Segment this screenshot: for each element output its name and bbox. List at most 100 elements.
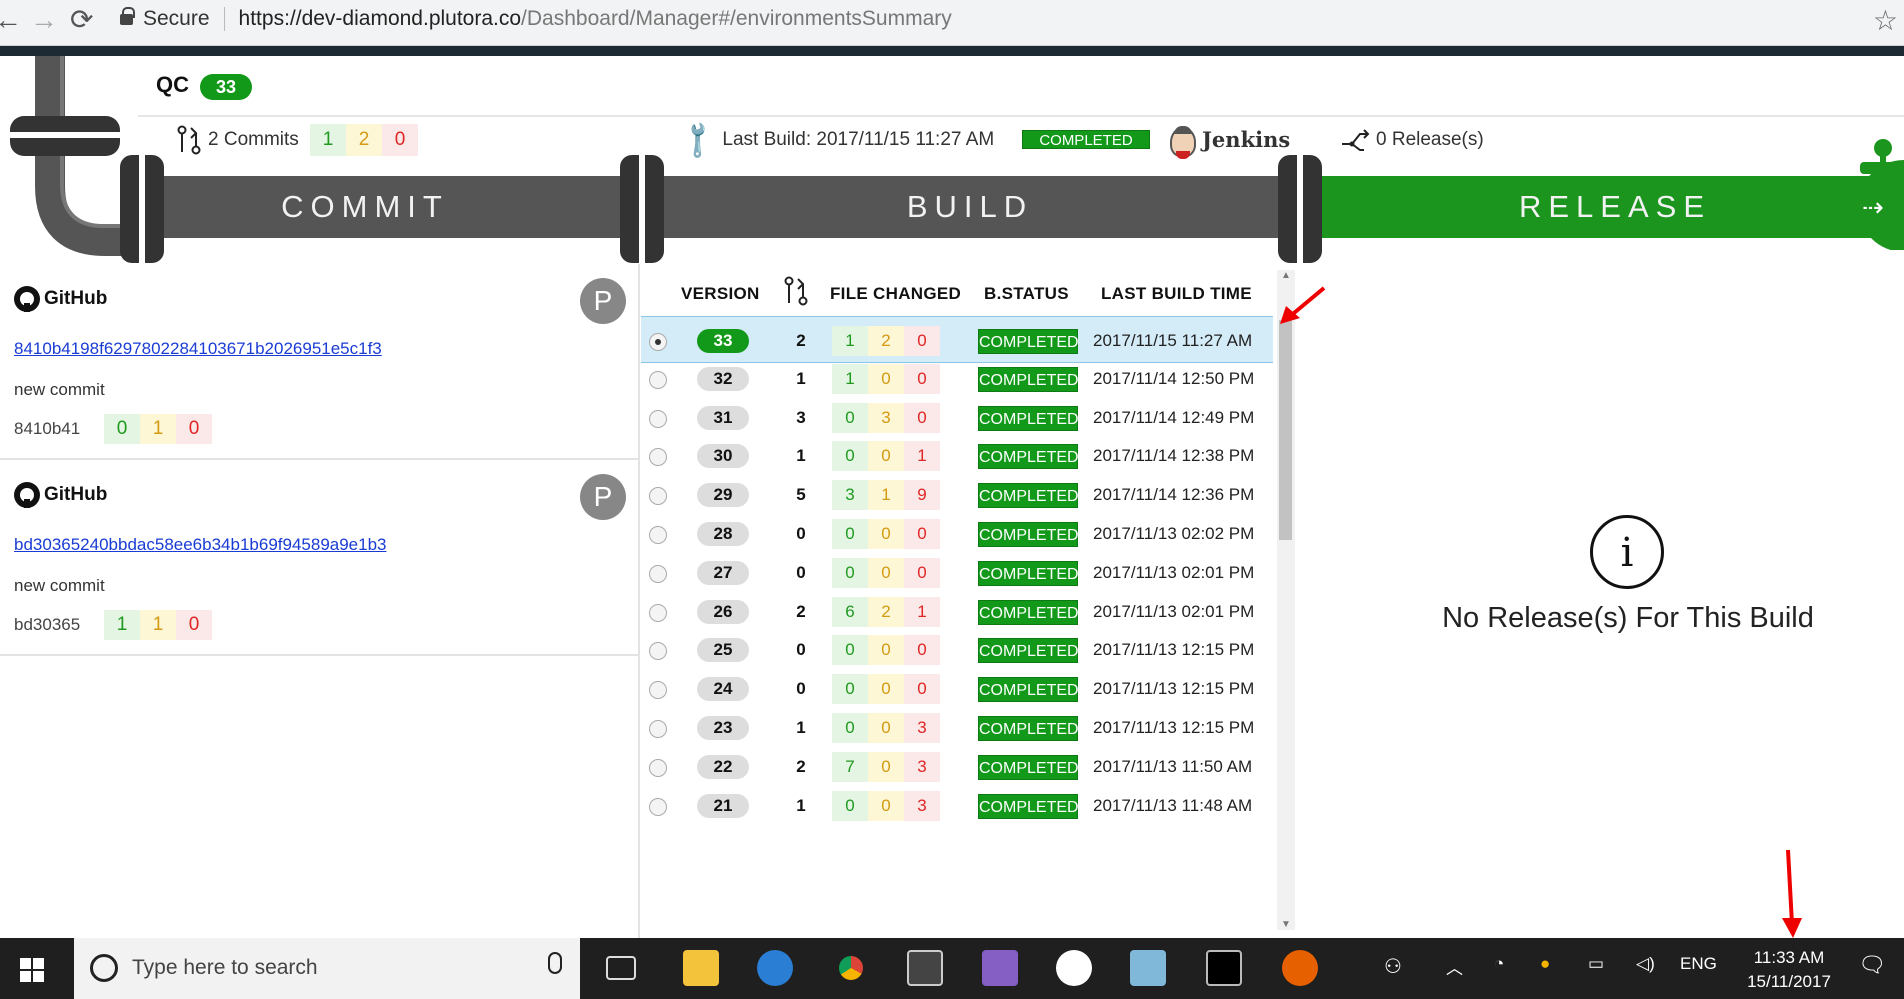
build-status: COMPLETED	[978, 599, 1079, 625]
modified-count: 0	[868, 713, 904, 743]
deleted-count: 0	[904, 363, 940, 394]
volume-icon[interactable]: ◁)	[1636, 954, 1655, 974]
deleted-count: 0	[904, 519, 940, 549]
row-select-radio[interactable]	[649, 681, 667, 700]
bookmark-star-icon[interactable]: ☆	[1873, 4, 1898, 37]
scroll-down-icon[interactable]: ▼	[1281, 919, 1291, 930]
slack-icon[interactable]	[1056, 950, 1092, 986]
deleted-count: 0	[904, 402, 940, 433]
modified-count: 1	[868, 480, 904, 511]
row-select-radio[interactable]	[649, 564, 667, 583]
commit-count: 1	[796, 446, 806, 466]
info-icon: i	[1590, 515, 1664, 589]
stage-commit[interactable]: COMMIT	[150, 176, 580, 238]
added-count: 0	[832, 402, 868, 433]
modified-count: 2	[868, 596, 904, 627]
row-select-radio[interactable]	[649, 487, 667, 506]
commit-count: 1	[796, 368, 806, 388]
file-changes: 000	[832, 635, 940, 666]
commit-message: new commit	[14, 576, 105, 595]
visual-studio-icon[interactable]	[982, 950, 1018, 986]
modified-count: 0	[868, 674, 904, 705]
firefox-icon[interactable]	[1282, 950, 1318, 986]
commit-author-avatar[interactable]: P	[580, 278, 626, 324]
builds-scrollbar[interactable]: ▲ ▼	[1277, 270, 1295, 930]
row-select-radio[interactable]	[649, 642, 667, 661]
commit-count: 1	[796, 795, 806, 815]
row-select-radio[interactable]	[649, 333, 667, 351]
internet-explorer-icon[interactable]	[757, 950, 793, 986]
build-status: COMPLETED	[978, 716, 1079, 741]
row-select-radio[interactable]	[649, 603, 667, 622]
build-number-badge: 33	[200, 74, 252, 100]
people-icon[interactable]: ⚇	[1384, 954, 1402, 979]
remote-desktop-icon[interactable]	[907, 950, 943, 986]
windows-taskbar: Type here to search ⚇ ︿ ◔ ● ▭ ◁) ENG 11:…	[0, 938, 1904, 999]
provider-label: GitHub	[44, 288, 108, 309]
windows-start-icon[interactable]	[20, 958, 44, 982]
microphone-icon[interactable]	[548, 952, 562, 974]
reload-icon[interactable]: ⟳	[70, 4, 93, 36]
forward-icon[interactable]: →	[30, 4, 58, 36]
show-hidden-icons-icon[interactable]: ︿	[1446, 954, 1463, 979]
added-count: 0	[832, 790, 868, 821]
build-time: 2017/11/13 02:01 PM	[1093, 562, 1255, 582]
commit-hash-link[interactable]: bd30365240bbdac58ee6b34b1b69f94589a9e1b3	[14, 535, 387, 555]
task-view-icon[interactable]	[606, 956, 636, 980]
github-icon	[14, 482, 40, 508]
back-icon[interactable]: ←	[0, 4, 22, 36]
commit-provider: GitHub	[14, 286, 107, 312]
build-row[interactable]: 21 1 0 0 3 COMPLETED 2017/11/13 11:48 AM	[641, 782, 1273, 829]
stage-release[interactable]: RELEASE	[1330, 176, 1900, 238]
scroll-up-icon[interactable]: ▲	[1281, 270, 1291, 281]
clock-time: 11:33 AM	[1753, 948, 1825, 967]
file-changes: 003	[832, 713, 940, 743]
col-header-status[interactable]: B.STATUS	[984, 284, 1069, 304]
deleted-count: 9	[904, 480, 940, 511]
app-topbar	[0, 46, 1904, 56]
row-select-radio[interactable]	[649, 758, 667, 777]
modified-count: 0	[868, 441, 904, 472]
battery-icon[interactable]: ▭	[1588, 954, 1604, 974]
chrome-icon[interactable]	[833, 950, 869, 986]
modified-count: 1	[140, 414, 176, 444]
row-select-radio[interactable]	[649, 526, 667, 544]
system-clock[interactable]: 11:33 AM 15/11/2017	[1734, 946, 1844, 994]
added-count: 0	[104, 414, 140, 444]
col-header-version[interactable]: VERSION	[681, 284, 760, 304]
releases-summary: 0 Release(s)	[1340, 124, 1484, 156]
wifi-icon[interactable]: ◔	[1494, 954, 1504, 974]
commit-card: GitHub P bd30365240bbdac58ee6b34b1b69f94…	[0, 460, 638, 656]
no-releases-message: No Release(s) For This Build	[1442, 602, 1814, 634]
commit-author-avatar[interactable]: P	[580, 474, 626, 520]
action-center-icon[interactable]: 🗨	[1858, 952, 1886, 978]
commit-hash-link[interactable]: 8410b4198f6297802284103671b2026951e5c1f3	[14, 339, 382, 359]
scrollbar-thumb[interactable]	[1279, 320, 1292, 540]
stage-build[interactable]: BUILD	[670, 176, 1270, 238]
modified-count: 2	[868, 326, 904, 356]
file-explorer-icon[interactable]	[683, 950, 719, 986]
row-select-radio[interactable]	[649, 409, 667, 428]
modified-count: 0	[868, 519, 904, 549]
col-header-last-build-time[interactable]: LAST BUILD TIME	[1101, 284, 1252, 304]
security-alert-icon[interactable]: ●	[1540, 954, 1550, 974]
file-changes: 703	[832, 751, 940, 782]
address-bar[interactable]: Secure https://dev-diamond.plutora.co/Das…	[120, 0, 952, 38]
row-select-radio[interactable]	[649, 448, 667, 467]
modified-count: 1	[140, 610, 176, 640]
deleted-count: 0	[176, 610, 212, 640]
input-language[interactable]: ENG	[1680, 954, 1717, 974]
build-version-badge: 28	[697, 522, 749, 546]
clock-date: 15/11/2017	[1747, 972, 1831, 991]
row-select-radio[interactable]	[649, 370, 667, 389]
taskbar-search-box[interactable]: Type here to search	[74, 938, 580, 999]
col-header-file-changed[interactable]: FILE CHANGED	[830, 284, 961, 304]
app-icon[interactable]	[1130, 950, 1166, 986]
wrench-icon: 🔧	[676, 117, 721, 163]
row-select-radio[interactable]	[649, 797, 667, 816]
commit-count: 0	[796, 524, 806, 543]
file-changes: 319	[832, 480, 940, 511]
row-select-radio[interactable]	[649, 720, 667, 738]
terminal-icon[interactable]	[1206, 950, 1242, 986]
build-time: 2017/11/14 12:49 PM	[1093, 407, 1255, 427]
